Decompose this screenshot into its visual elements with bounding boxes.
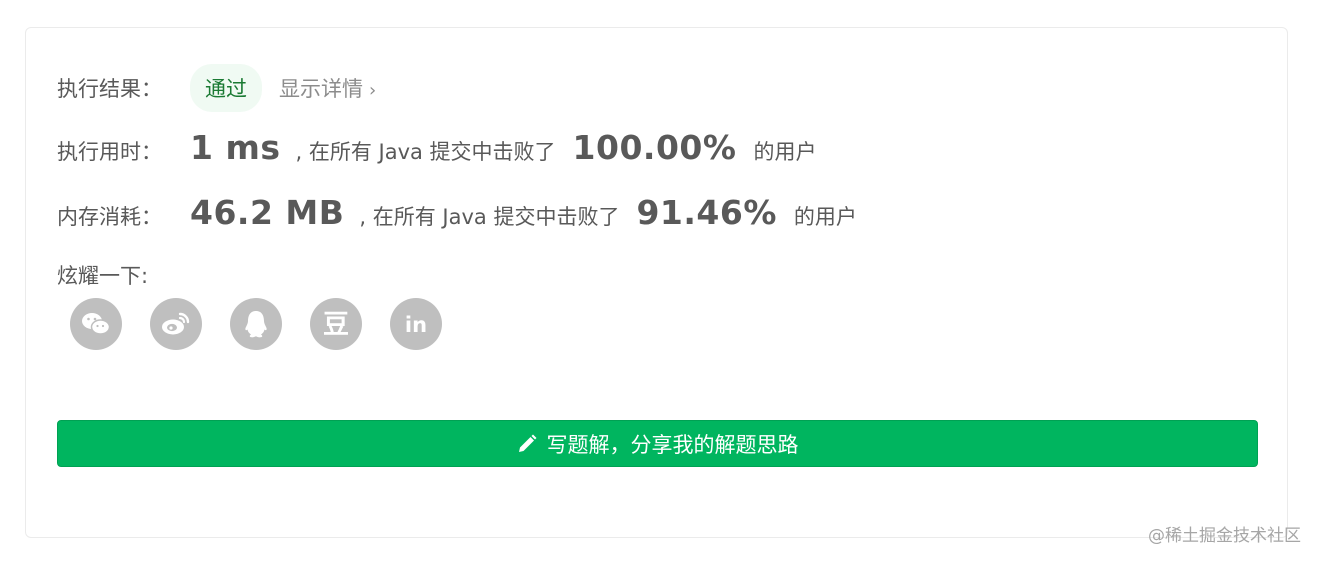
qq-icon xyxy=(245,311,267,338)
result-label: 执行结果： xyxy=(57,77,162,101)
runtime-text: , 在所有 Java 提交中击败了 xyxy=(295,140,556,164)
memory-suffix: 的用户 xyxy=(793,205,857,229)
weibo-icon xyxy=(162,312,190,335)
result-row: 执行结果： 通过 显示详情 › xyxy=(57,64,376,112)
wechat-icon xyxy=(82,313,111,335)
runtime-percent: 100.00% xyxy=(572,128,737,167)
share-wechat-button[interactable] xyxy=(70,298,122,350)
runtime-suffix: 的用户 xyxy=(753,140,817,164)
status-badge: 通过 xyxy=(190,64,262,112)
svg-text:豆: 豆 xyxy=(323,310,349,339)
share-weibo-button[interactable] xyxy=(150,298,202,350)
douban-icon: 豆 xyxy=(323,310,349,339)
submission-result-card: 执行结果： 通过 显示详情 › 执行用时： 1 ms , 在所有 Java 提交中… xyxy=(25,27,1288,538)
chevron-right-icon: › xyxy=(369,80,377,101)
share-label: 炫耀一下: xyxy=(57,264,149,288)
show-details-link[interactable]: 显示详情 › xyxy=(279,73,376,103)
pencil-icon xyxy=(517,434,537,454)
svg-text:in: in xyxy=(405,313,427,337)
memory-percent: 91.46% xyxy=(636,193,777,232)
write-solution-button[interactable]: 写题解，分享我的解题思路 xyxy=(57,420,1258,467)
memory-row: 内存消耗： 46.2 MB , 在所有 Java 提交中击败了 91.46% 的… xyxy=(57,193,857,232)
show-details-label: 显示详情 xyxy=(279,77,363,101)
memory-text: , 在所有 Java 提交中击败了 xyxy=(359,205,620,229)
runtime-label: 执行用时： xyxy=(57,140,162,164)
share-douban-button[interactable]: 豆 xyxy=(310,298,362,350)
share-icons: 豆 in xyxy=(70,298,442,350)
share-qq-button[interactable] xyxy=(230,298,282,350)
watermark: @稀土掘金技术社区 xyxy=(1148,526,1301,546)
share-linkedin-button[interactable]: in xyxy=(390,298,442,350)
runtime-row: 执行用时： 1 ms , 在所有 Java 提交中击败了 100.00% 的用户 xyxy=(57,128,816,167)
linkedin-icon: in xyxy=(405,313,427,337)
memory-value: 46.2 MB xyxy=(190,193,345,232)
write-solution-label: 写题解，分享我的解题思路 xyxy=(546,432,799,457)
runtime-value: 1 ms xyxy=(190,128,281,167)
share-row: 炫耀一下: xyxy=(57,260,148,290)
memory-label: 内存消耗： xyxy=(57,205,162,229)
